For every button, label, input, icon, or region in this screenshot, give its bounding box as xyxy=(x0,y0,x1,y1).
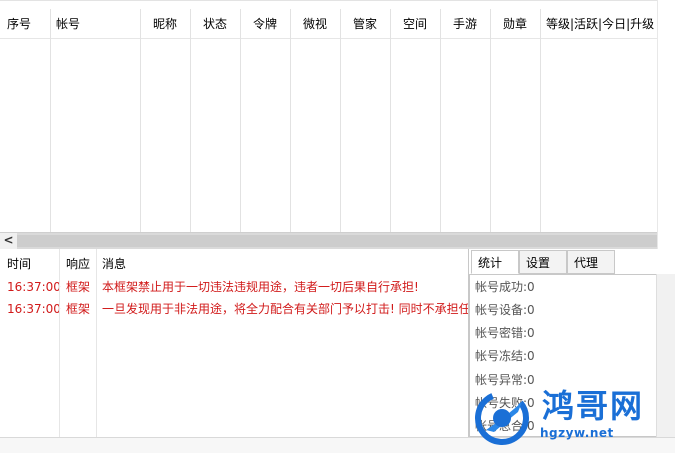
tab-proxy[interactable]: 代理 xyxy=(567,250,615,274)
stat-value: 0 xyxy=(527,349,535,363)
stat-label: 帐号密错: xyxy=(475,326,528,340)
column-header-space[interactable]: 空间 xyxy=(403,9,439,39)
column-header-token[interactable]: 令牌 xyxy=(253,9,289,39)
stat-value: 0 xyxy=(527,280,535,294)
stat-label: 帐号冻结: xyxy=(475,349,528,363)
column-header-medal[interactable]: 勋章 xyxy=(503,9,539,39)
column-divider xyxy=(240,9,241,233)
log-row[interactable]: 16:37:00 框架 一旦发现用于非法用途，将全力配合有关部门予以打击! 同时… xyxy=(0,298,468,320)
scroll-left-arrow-icon[interactable]: < xyxy=(0,233,17,249)
column-divider xyxy=(190,9,191,233)
log-time: 16:37:00 xyxy=(7,280,61,294)
tab-settings[interactable]: 设置 xyxy=(519,250,567,274)
log-message: 本框架禁止用于一切违法违规用途，违者一切后果自行承担! xyxy=(102,280,419,294)
column-divider xyxy=(96,249,97,437)
horizontal-scrollbar[interactable]: < xyxy=(0,232,657,249)
column-divider xyxy=(50,9,51,233)
watermark: 鸿哥网 hgzyw.net xyxy=(472,386,675,448)
column-divider xyxy=(490,9,491,233)
column-header-mobile-game[interactable]: 手游 xyxy=(453,9,489,39)
column-divider xyxy=(59,249,60,437)
column-divider xyxy=(290,9,291,233)
stat-label: 帐号成功: xyxy=(475,280,528,294)
stat-success: 帐号成功:0 xyxy=(475,276,535,298)
column-divider xyxy=(440,9,441,233)
stat-label: 帐号异常: xyxy=(475,373,528,387)
column-header-message[interactable]: 消息 xyxy=(102,252,126,276)
stat-value: 0 xyxy=(527,303,535,317)
tab-bar: 统计 设置 代理 xyxy=(469,249,675,275)
column-header-level[interactable]: 等级|活跃|今日|升级 xyxy=(546,9,657,39)
log-message: 一旦发现用于非法用途，将全力配合有关部门予以打击! 同时不承担任 xyxy=(102,302,468,316)
column-header-account[interactable]: 帐号 xyxy=(56,9,136,39)
stat-wrong-password: 帐号密错:0 xyxy=(475,322,535,344)
column-header-nickname[interactable]: 昵称 xyxy=(153,9,189,39)
log-table[interactable]: 时间 响应 消息 16:37:00 框架 本框架禁止用于一切违法违规用途，违者一… xyxy=(0,249,468,437)
column-header-response[interactable]: 响应 xyxy=(66,252,90,276)
stat-label: 帐号设备: xyxy=(475,303,528,317)
table-right-edge xyxy=(657,0,675,249)
column-header-weishi[interactable]: 微视 xyxy=(303,9,339,39)
column-header-index[interactable]: 序号 xyxy=(7,9,47,39)
column-header-guanjia[interactable]: 管家 xyxy=(353,9,389,39)
column-divider xyxy=(540,9,541,233)
watermark-url: hgzyw.net xyxy=(540,426,614,440)
account-table[interactable]: 序号 帐号 昵称 状态 令牌 微视 管家 空间 手游 勋章 等级|活跃|今日|升… xyxy=(0,0,657,233)
stat-value: 0 xyxy=(527,326,535,340)
log-response: 框架 xyxy=(66,302,91,316)
log-response: 框架 xyxy=(66,280,91,294)
log-time: 16:37:00 xyxy=(7,302,61,316)
column-divider xyxy=(340,9,341,233)
stat-frozen: 帐号冻结:0 xyxy=(475,345,535,367)
account-table-header: 序号 帐号 昵称 状态 令牌 微视 管家 空间 手游 勋章 等级|活跃|今日|升… xyxy=(0,9,657,39)
column-header-status[interactable]: 状态 xyxy=(203,9,239,39)
column-divider xyxy=(390,9,391,233)
log-row[interactable]: 16:37:00 框架 本框架禁止用于一切违法违规用途，违者一切后果自行承担! xyxy=(0,276,468,298)
tab-statistics[interactable]: 统计 xyxy=(471,250,519,274)
watermark-title: 鸿哥网 xyxy=(542,387,645,425)
column-header-time[interactable]: 时间 xyxy=(7,252,31,276)
stat-device: 帐号设备:0 xyxy=(475,299,535,321)
watermark-logo-icon xyxy=(475,391,529,445)
column-divider xyxy=(140,9,141,233)
scrollbar-thumb[interactable] xyxy=(17,235,657,247)
stat-value: 0 xyxy=(527,373,535,387)
